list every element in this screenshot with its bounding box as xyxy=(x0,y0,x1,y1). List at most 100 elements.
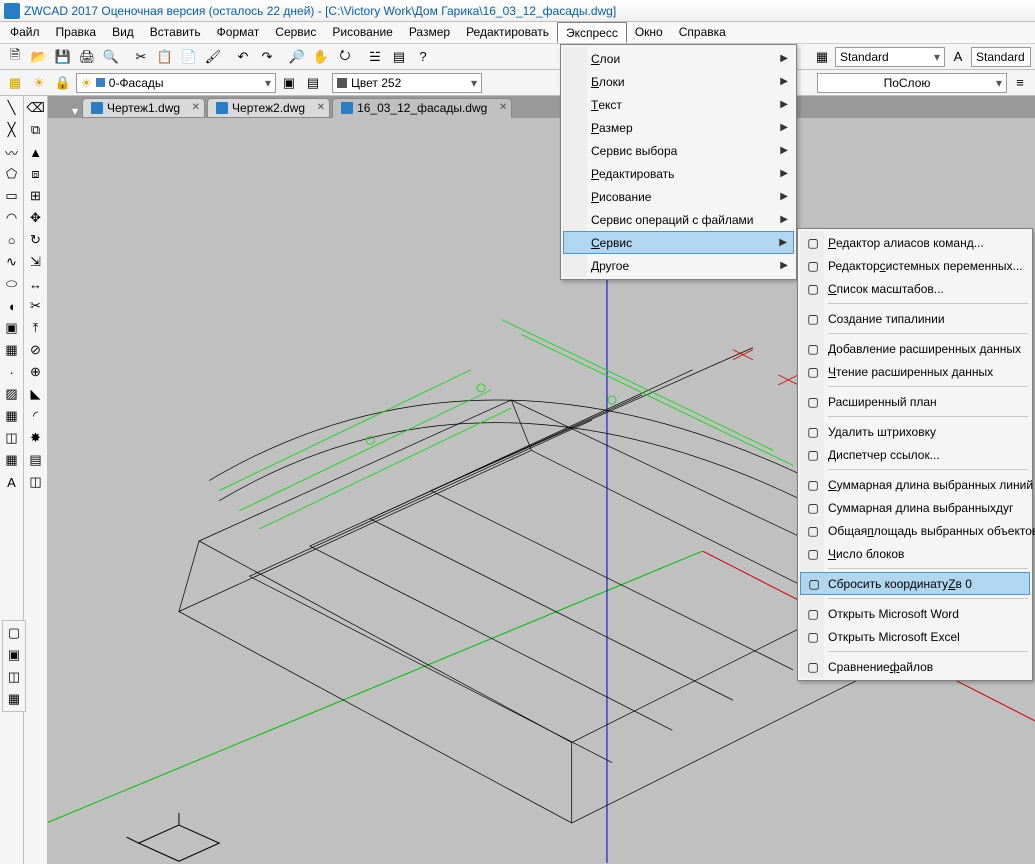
menu-edit[interactable]: Правка xyxy=(48,22,105,43)
arc-tool[interactable]: ◠ xyxy=(2,208,22,228)
region-tool[interactable]: ◫ xyxy=(2,428,22,448)
style-button[interactable]: A xyxy=(947,46,969,68)
snap-mid-tool[interactable]: ▣ xyxy=(4,645,24,665)
menu-item[interactable]: ▢Список масштабов... xyxy=(800,277,1030,300)
menu-window[interactable]: Окно xyxy=(627,22,671,43)
cut-button[interactable]: ✂ xyxy=(130,46,152,68)
menu-express[interactable]: Экспресс xyxy=(557,22,627,43)
layer-tool-1[interactable]: ▣ xyxy=(278,72,300,94)
lineweight-combo[interactable]: ПоСлою ▾ xyxy=(817,73,1007,93)
rotate-tool[interactable]: ↻ xyxy=(26,230,46,250)
draworder-tool[interactable]: ◫ xyxy=(26,472,46,492)
snap-end-tool[interactable]: ▢ xyxy=(4,623,24,643)
layers-button[interactable]: ▤ xyxy=(388,46,410,68)
menu-item[interactable]: Размер▶ xyxy=(563,116,794,139)
print-button[interactable]: 🖨 xyxy=(76,46,98,68)
explode-tool[interactable]: ✸ xyxy=(26,428,46,448)
copy-button[interactable]: 📋 xyxy=(154,46,176,68)
preview-button[interactable]: 🔍 xyxy=(100,46,122,68)
array-tool[interactable]: ⊞ xyxy=(26,186,46,206)
menu-item[interactable]: ▢Редактор алиасов команд... xyxy=(800,231,1030,254)
tab-doc-3[interactable]: 16_03_12_фасады.dwg✕ xyxy=(332,98,512,118)
menu-item[interactable]: Сервис выбора▶ xyxy=(563,139,794,162)
undo-button[interactable]: ↶ xyxy=(232,46,254,68)
trim-tool[interactable]: ✂ xyxy=(26,296,46,316)
hatch-tool[interactable]: ▨ xyxy=(2,384,22,404)
menu-item[interactable]: ▢Создание типа линии xyxy=(800,307,1030,330)
stretch-tool[interactable]: ↔ xyxy=(26,274,46,294)
open-button[interactable]: 📂 xyxy=(28,46,50,68)
break-tool[interactable]: ⊘ xyxy=(26,340,46,360)
layer-state-button[interactable]: ▦ xyxy=(4,72,26,94)
menu-item[interactable]: ▢Удалить штриховку xyxy=(800,420,1030,443)
menu-item[interactable]: ▢Диспетчер ссылок... xyxy=(800,443,1030,466)
redo-button[interactable]: ↷ xyxy=(256,46,278,68)
circle-tool[interactable]: ○ xyxy=(2,230,22,250)
mirror-tool[interactable]: ▲ xyxy=(26,142,46,162)
text-style-combo[interactable]: Standard ▾ xyxy=(835,47,945,67)
rectangle-tool[interactable]: ▭ xyxy=(2,186,22,206)
menu-item[interactable]: ▢Сбросить координату Z в 0 xyxy=(800,572,1030,595)
layer-combo[interactable]: ☀ 0-Фасады ▾ xyxy=(76,73,276,93)
tab-doc-2[interactable]: Чертеж2.dwg✕ xyxy=(207,98,330,118)
save-button[interactable]: 💾 xyxy=(52,46,74,68)
line-tool[interactable]: ╲ xyxy=(2,98,22,118)
menu-modify[interactable]: Редактировать xyxy=(458,22,557,43)
menu-dimension[interactable]: Размер xyxy=(401,22,458,43)
layer-freeze-button[interactable]: ☀ xyxy=(28,72,50,94)
menu-view[interactable]: Вид xyxy=(104,22,142,43)
menu-item[interactable]: Блоки▶ xyxy=(563,70,794,93)
text-style-combo-2[interactable]: Standard xyxy=(971,47,1031,67)
paste-button[interactable]: 📄 xyxy=(178,46,200,68)
menu-insert[interactable]: Вставить xyxy=(142,22,209,43)
lineweight-button[interactable]: ≡ xyxy=(1009,72,1031,94)
menu-item[interactable]: ▢Общая площадь выбранных объектов xyxy=(800,519,1030,542)
menu-item[interactable]: ▢Сравнение файлов xyxy=(800,655,1030,678)
menu-item[interactable]: Сервис▶ xyxy=(563,231,794,254)
tab-doc-1[interactable]: Чертеж1.dwg✕ xyxy=(82,98,205,118)
properties-button[interactable]: ☱ xyxy=(364,46,386,68)
spline-tool[interactable]: ∿ xyxy=(2,252,22,272)
menu-item[interactable]: ▢Суммарная длина выбранных дуг xyxy=(800,496,1030,519)
make-block-tool[interactable]: ▦ xyxy=(2,340,22,360)
scale-tool[interactable]: ⇲ xyxy=(26,252,46,272)
snap-node-tool[interactable]: ▦ xyxy=(4,689,24,709)
polyline-tool[interactable]: 〰 xyxy=(2,142,22,162)
menu-item[interactable]: ▢Число блоков xyxy=(800,542,1030,565)
insert-block-tool[interactable]: ▣ xyxy=(2,318,22,338)
text-tool[interactable]: A xyxy=(2,472,22,492)
menu-item[interactable]: Сервис операций с файлами▶ xyxy=(563,208,794,231)
color-combo[interactable]: Цвет 252 ▾ xyxy=(332,73,482,93)
menu-service[interactable]: Сервис xyxy=(267,22,324,43)
menu-draw[interactable]: Рисование xyxy=(324,22,400,43)
layer-lock-button[interactable]: 🔒 xyxy=(52,72,74,94)
menu-item[interactable]: Текст▶ xyxy=(563,93,794,116)
copy-tool[interactable]: ⧉ xyxy=(26,120,46,140)
table-tool[interactable]: ▦ xyxy=(2,450,22,470)
pan-button[interactable]: ✋ xyxy=(310,46,332,68)
menu-item[interactable]: ▢Чтение расширенных данных xyxy=(800,360,1030,383)
gradient-tool[interactable]: ▦ xyxy=(2,406,22,426)
erase-tool[interactable]: ⌫ xyxy=(26,98,46,118)
ellipse-arc-tool[interactable]: ◖ xyxy=(2,296,22,316)
menu-item[interactable]: ▢Редактор системных переменных... xyxy=(800,254,1030,277)
fillet-tool[interactable]: ◜ xyxy=(26,406,46,426)
menu-item[interactable]: ▢Открыть Microsoft Word xyxy=(800,602,1030,625)
close-icon[interactable]: ✕ xyxy=(192,102,200,113)
point-tool[interactable]: · xyxy=(2,362,22,382)
xline-tool[interactable]: ╳ xyxy=(2,120,22,140)
chamfer-tool[interactable]: ◣ xyxy=(26,384,46,404)
layer-tool-2[interactable]: ▤ xyxy=(302,72,324,94)
match-button[interactable]: 🖌 xyxy=(202,46,224,68)
orbit-button[interactable]: ⭮ xyxy=(334,46,356,68)
polygon-tool[interactable]: ⬠ xyxy=(2,164,22,184)
menu-item[interactable]: Слои▶ xyxy=(563,47,794,70)
menu-item[interactable]: ▢Добавление расширенных данных xyxy=(800,337,1030,360)
help-button[interactable]: ? xyxy=(412,46,434,68)
menu-file[interactable]: Файл xyxy=(2,22,48,43)
dim-style-button[interactable]: ▦ xyxy=(811,46,833,68)
menu-help[interactable]: Справка xyxy=(671,22,734,43)
offset-tool[interactable]: ⧈ xyxy=(26,164,46,184)
new-button[interactable]: 🗎 xyxy=(4,46,26,68)
menu-item[interactable]: ▢Открыть Microsoft Excel xyxy=(800,625,1030,648)
